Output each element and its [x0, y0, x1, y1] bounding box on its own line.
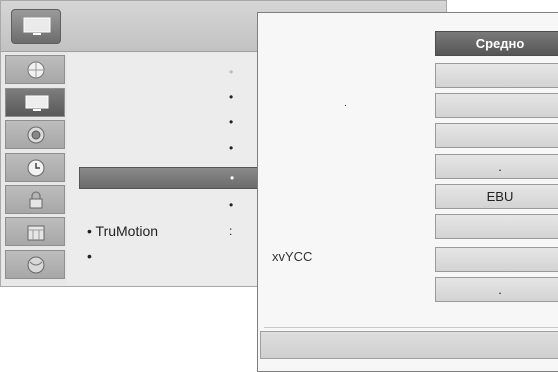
row-marker: • — [229, 115, 234, 129]
option-button[interactable]: . — [435, 277, 558, 302]
row-marker: : — [229, 224, 233, 238]
row-label: • — [87, 248, 92, 264]
sidebar-item-picture[interactable] — [5, 88, 65, 117]
category-sidebar — [3, 53, 67, 285]
option-button-selected[interactable]: Средно — [435, 31, 558, 56]
expert-settings-submenu: . xvYCC Средно . EBU . — [257, 12, 558, 372]
sidebar-item-audio[interactable] — [5, 120, 65, 149]
divider — [264, 327, 558, 328]
submenu-dot: . — [344, 98, 347, 109]
sidebar-item-lock[interactable] — [5, 185, 65, 214]
row-marker: • — [229, 65, 234, 79]
row-marker: • — [230, 171, 235, 185]
calendar-icon — [27, 225, 45, 241]
row-marker: • — [229, 90, 234, 104]
option-button[interactable] — [435, 214, 558, 239]
speaker-icon — [27, 126, 45, 144]
option-button-xvycc[interactable] — [435, 247, 558, 272]
option-button[interactable] — [435, 123, 558, 148]
option-button[interactable] — [435, 93, 558, 118]
option-button[interactable]: . — [435, 154, 558, 179]
row-marker: • — [229, 141, 234, 155]
sidebar-item-setup[interactable] — [5, 55, 65, 84]
sidebar-item-option[interactable] — [5, 217, 65, 246]
globe-icon — [27, 61, 45, 79]
network-icon — [27, 256, 45, 274]
option-button-ebu[interactable]: EBU — [435, 184, 558, 209]
clock-icon — [27, 159, 45, 177]
row-label: • TruMotion — [87, 223, 159, 239]
row-marker: • — [229, 198, 234, 212]
sidebar-item-time[interactable] — [5, 153, 65, 182]
option-button[interactable] — [435, 63, 558, 88]
xvycc-label: xvYCC — [272, 249, 313, 264]
tv-screen-icon — [25, 95, 49, 111]
tv-icon — [11, 9, 61, 44]
sidebar-item-network[interactable] — [5, 250, 65, 279]
reset-button[interactable] — [260, 331, 558, 359]
lock-icon — [29, 191, 43, 209]
